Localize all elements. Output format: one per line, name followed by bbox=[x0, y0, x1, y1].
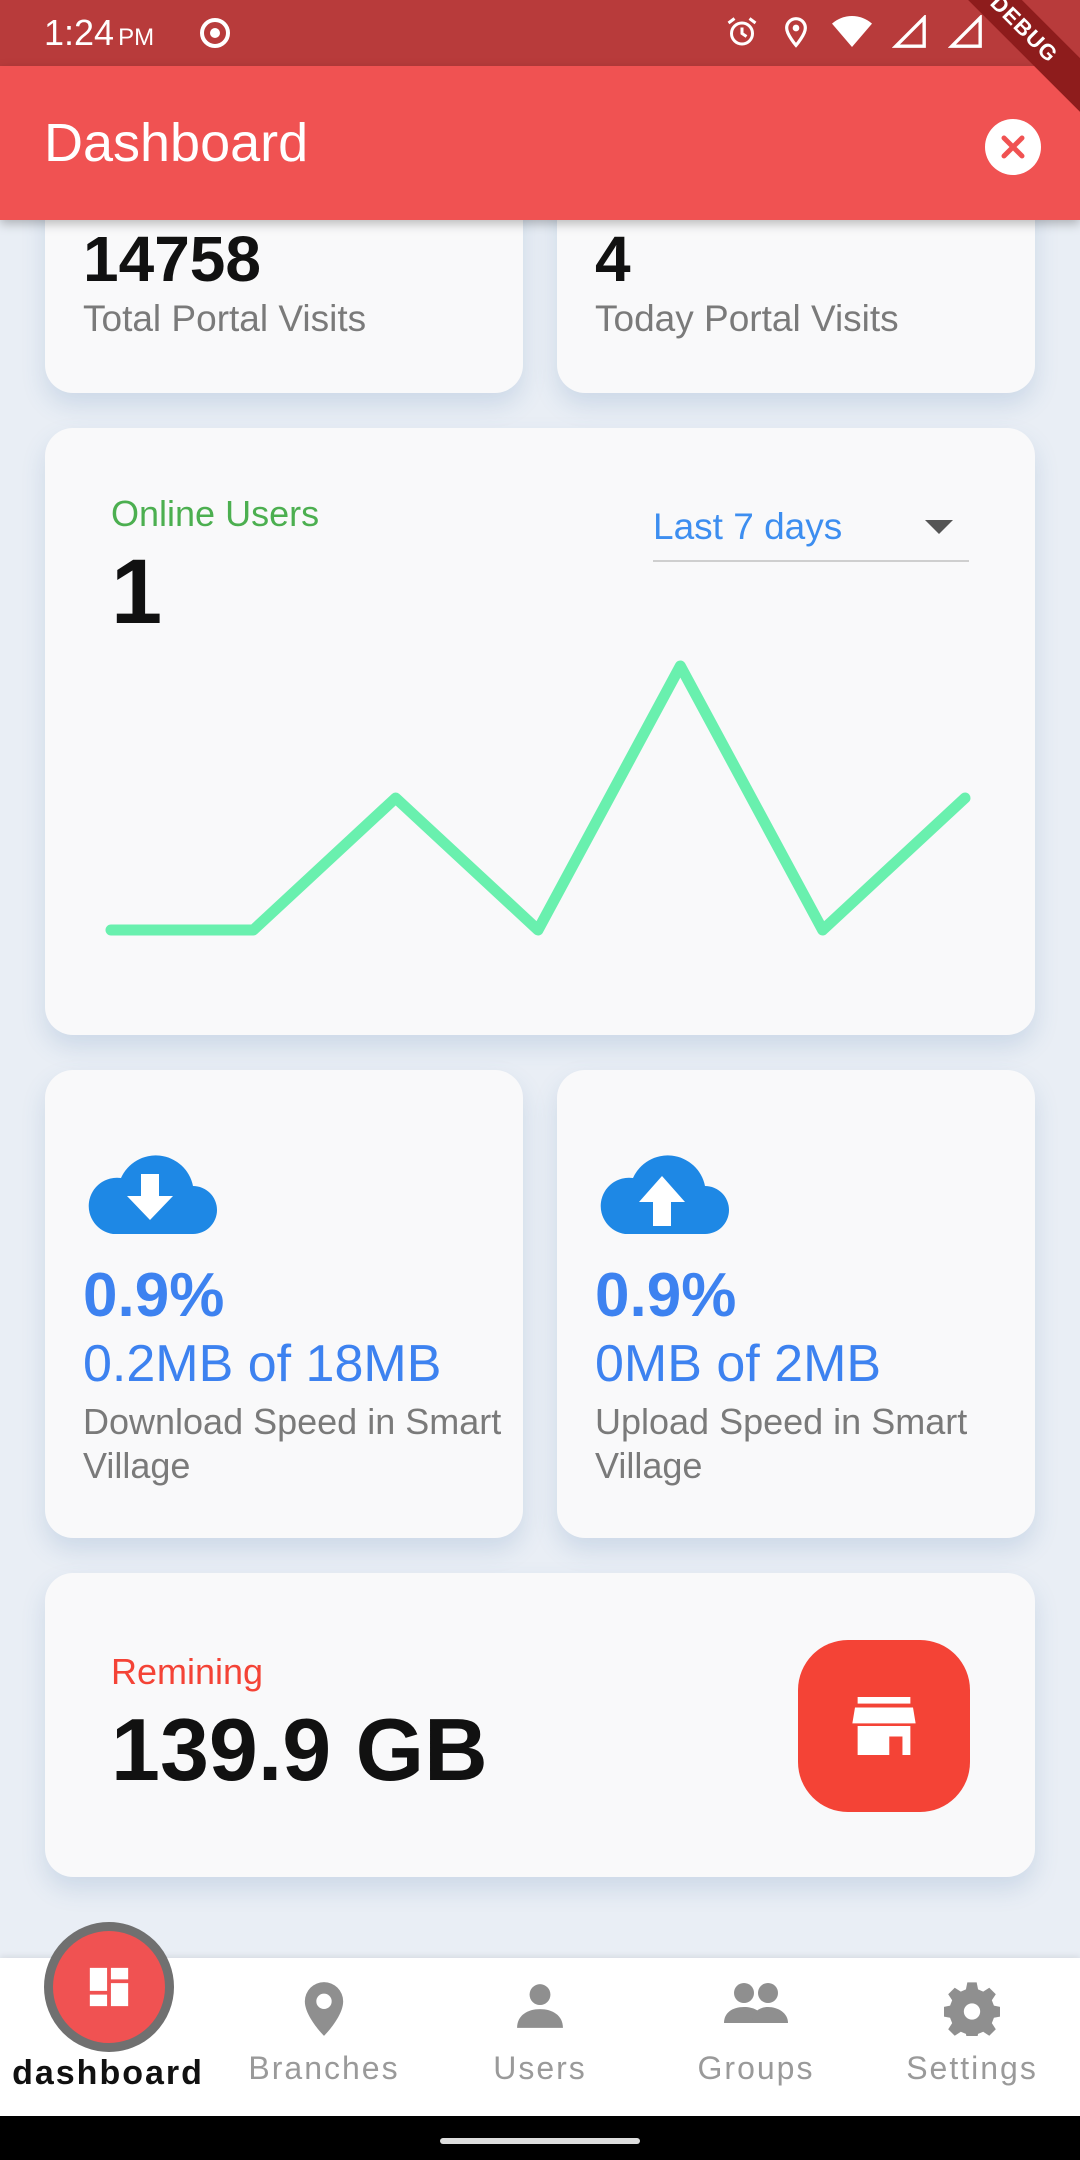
nav-item-dashboard[interactable]: dashboard bbox=[0, 1922, 216, 2116]
bottom-navigation: dashboard Branches Users Groups Settings bbox=[0, 1922, 1080, 2116]
download-amount: 0.2MB of 18MB bbox=[83, 1335, 442, 1393]
location-icon bbox=[785, 17, 807, 48]
download-speed-card: 0.9% 0.2MB of 18MB Download Speed in Sma… bbox=[45, 1070, 523, 1538]
cloud-upload-icon bbox=[600, 1155, 729, 1234]
group-icon bbox=[724, 1983, 788, 2023]
dashboard-icon bbox=[89, 1967, 129, 2007]
status-bar: 1:24 PM bbox=[0, 0, 1080, 66]
nav-item-groups[interactable]: Groups bbox=[648, 1958, 864, 2116]
nav-label-users: Users bbox=[493, 2050, 587, 2086]
today-visits-label: Today Portal Visits bbox=[595, 298, 899, 339]
nav-label-settings: Settings bbox=[906, 2050, 1038, 2086]
signal-icon bbox=[892, 15, 926, 48]
app-bar: Dashboard bbox=[0, 66, 1080, 220]
nav-label-branches: Branches bbox=[248, 2050, 400, 2086]
remaining-label: Remining bbox=[111, 1651, 264, 1692]
home-gesture-pill[interactable] bbox=[440, 2138, 640, 2144]
remaining-card: Remining 139.9 GB bbox=[45, 1573, 1035, 1877]
signal-icon-2 bbox=[948, 15, 982, 48]
close-button[interactable] bbox=[985, 119, 1041, 175]
record-icon bbox=[200, 18, 230, 48]
close-icon bbox=[1001, 135, 1025, 159]
alarm-icon bbox=[727, 17, 757, 46]
status-time: 1:24 PM bbox=[44, 12, 155, 53]
store-button[interactable] bbox=[798, 1640, 970, 1812]
person-icon bbox=[517, 1984, 563, 2028]
wifi-icon bbox=[832, 16, 872, 47]
download-label: Download Speed in Smart Village bbox=[83, 1401, 502, 1486]
online-users-line-chart bbox=[105, 660, 971, 936]
nav-active-indicator bbox=[44, 1922, 174, 2052]
page-title: Dashboard bbox=[44, 113, 309, 173]
store-icon bbox=[852, 1697, 916, 1755]
online-users-card: Online Users 1 Last 7 days bbox=[45, 428, 1035, 1035]
remaining-value: 139.9 GB bbox=[111, 1700, 488, 1799]
total-visits-value: 14758 bbox=[83, 223, 261, 295]
cloud-download-icon bbox=[88, 1155, 217, 1234]
nav-label-groups: Groups bbox=[697, 2050, 815, 2086]
location-pin-icon bbox=[304, 1982, 344, 2036]
download-percent: 0.9% bbox=[83, 1261, 225, 1330]
online-users-series-line bbox=[105, 660, 971, 936]
nav-item-users[interactable]: Users bbox=[432, 1958, 648, 2116]
system-navigation-bar bbox=[0, 2116, 1080, 2160]
nav-label-dashboard: dashboard bbox=[12, 2054, 204, 2092]
upload-amount: 0MB of 2MB bbox=[595, 1335, 882, 1393]
gear-icon bbox=[944, 1982, 1000, 2036]
upload-label: Upload Speed in Smart Village bbox=[595, 1401, 968, 1486]
upload-speed-card: 0.9% 0MB of 2MB Upload Speed in Smart Vi… bbox=[557, 1070, 1035, 1538]
upload-percent: 0.9% bbox=[595, 1261, 737, 1330]
today-visits-value: 4 bbox=[595, 223, 631, 295]
nav-item-settings[interactable]: Settings bbox=[864, 1958, 1080, 2116]
nav-item-branches[interactable]: Branches bbox=[216, 1958, 432, 2116]
total-visits-label: Total Portal Visits bbox=[83, 298, 367, 339]
